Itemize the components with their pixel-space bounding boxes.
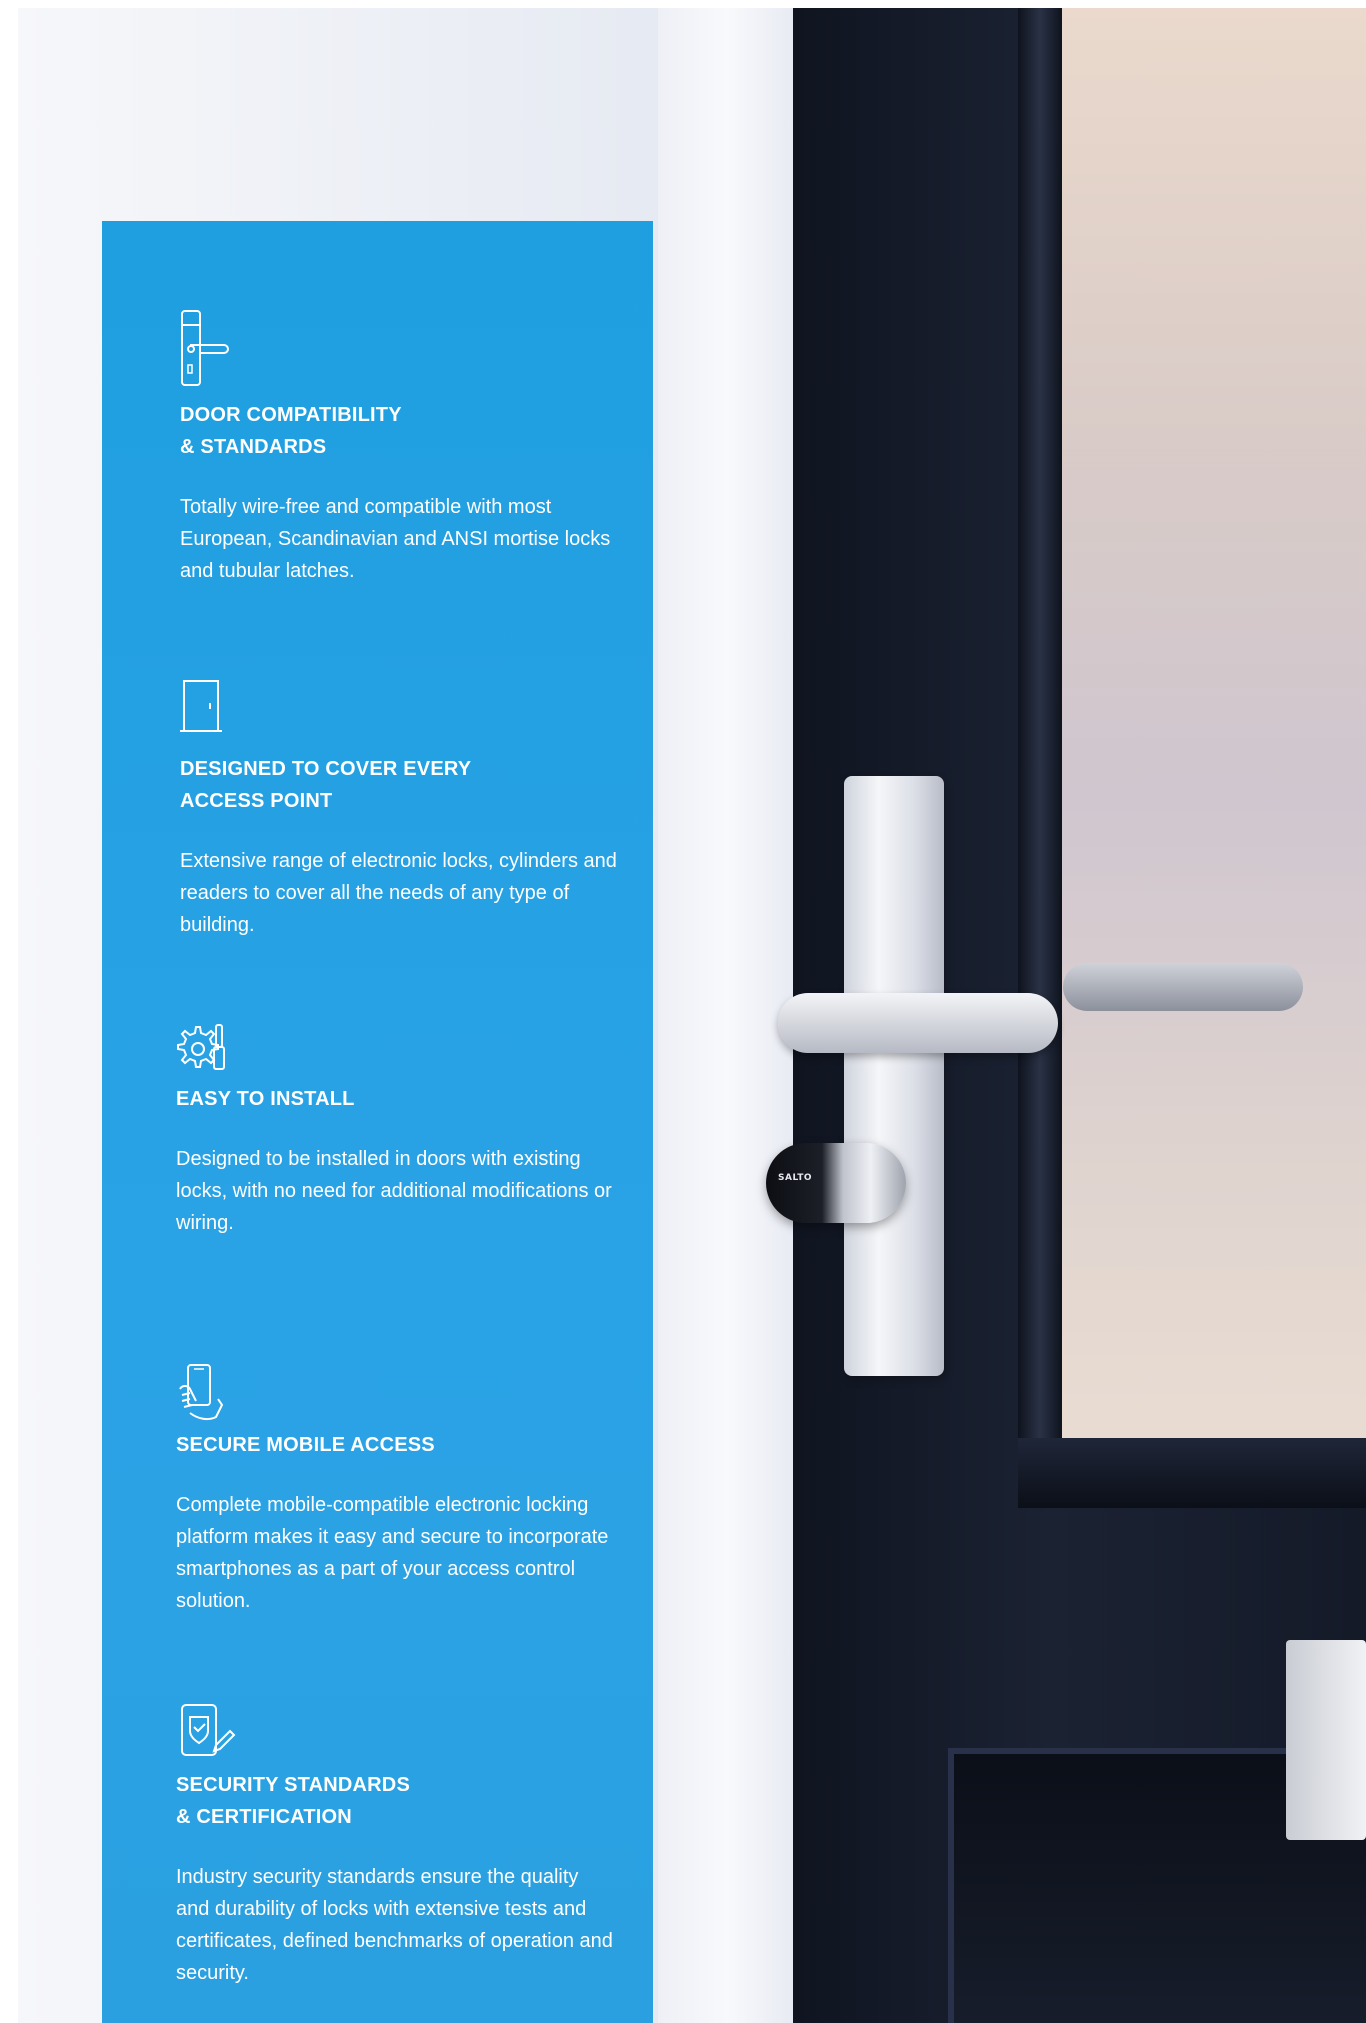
feature-title-line: SECURE MOBILE ACCESS (176, 1434, 435, 1456)
feature-title-line: ACCESS POINT (180, 790, 333, 812)
letterbox (1286, 1640, 1366, 1840)
feature-title: DOOR COMPATIBILITY & STANDARDS (180, 399, 620, 463)
door-glass (1058, 8, 1366, 1438)
features-card: DOOR COMPATIBILITY & STANDARDS Totally w… (102, 221, 653, 2023)
glass-frame (1018, 8, 1062, 1448)
feature-title-line: DESIGNED TO COVER EVERY (180, 758, 472, 780)
feature-title-line: & STANDARDS (180, 436, 327, 458)
glass-sill (1018, 1438, 1366, 1508)
hand-smartphone-icon (179, 1364, 224, 1421)
feature-description: Complete mobile-compatible electronic lo… (176, 1494, 609, 1612)
feature-title-line: DOOR COMPATIBILITY (180, 404, 402, 426)
feature-title: EASY TO INSTALL (176, 1083, 616, 1115)
electronic-cylinder: SALTO (766, 1143, 906, 1223)
feature-title-line: SECURITY STANDARDS (176, 1774, 410, 1796)
feature-description: Designed to be installed in doors with e… (176, 1148, 612, 1234)
cylinder-brand-label: SALTO (778, 1173, 812, 1183)
door-handle-icon (181, 310, 229, 386)
feature-description: Extensive range of electronic locks, cyl… (180, 850, 617, 936)
feature-title-line: & CERTIFICATION (176, 1806, 352, 1828)
door-icon (180, 680, 222, 732)
feature-title: DESIGNED TO COVER EVERY ACCESS POINT (180, 753, 620, 817)
feature-title: SECURITY STANDARDS & CERTIFICATION (176, 1769, 616, 1833)
feature-description: Totally wire-free and compatible with mo… (180, 496, 611, 582)
outer-handle (1063, 963, 1303, 1011)
feature-description: Industry security standards ensure the q… (176, 1866, 613, 1984)
feature-title: SECURE MOBILE ACCESS (176, 1429, 616, 1461)
handle-plate (844, 776, 944, 1376)
feature-title-line: EASY TO INSTALL (176, 1088, 355, 1110)
door-handle (778, 993, 1058, 1053)
